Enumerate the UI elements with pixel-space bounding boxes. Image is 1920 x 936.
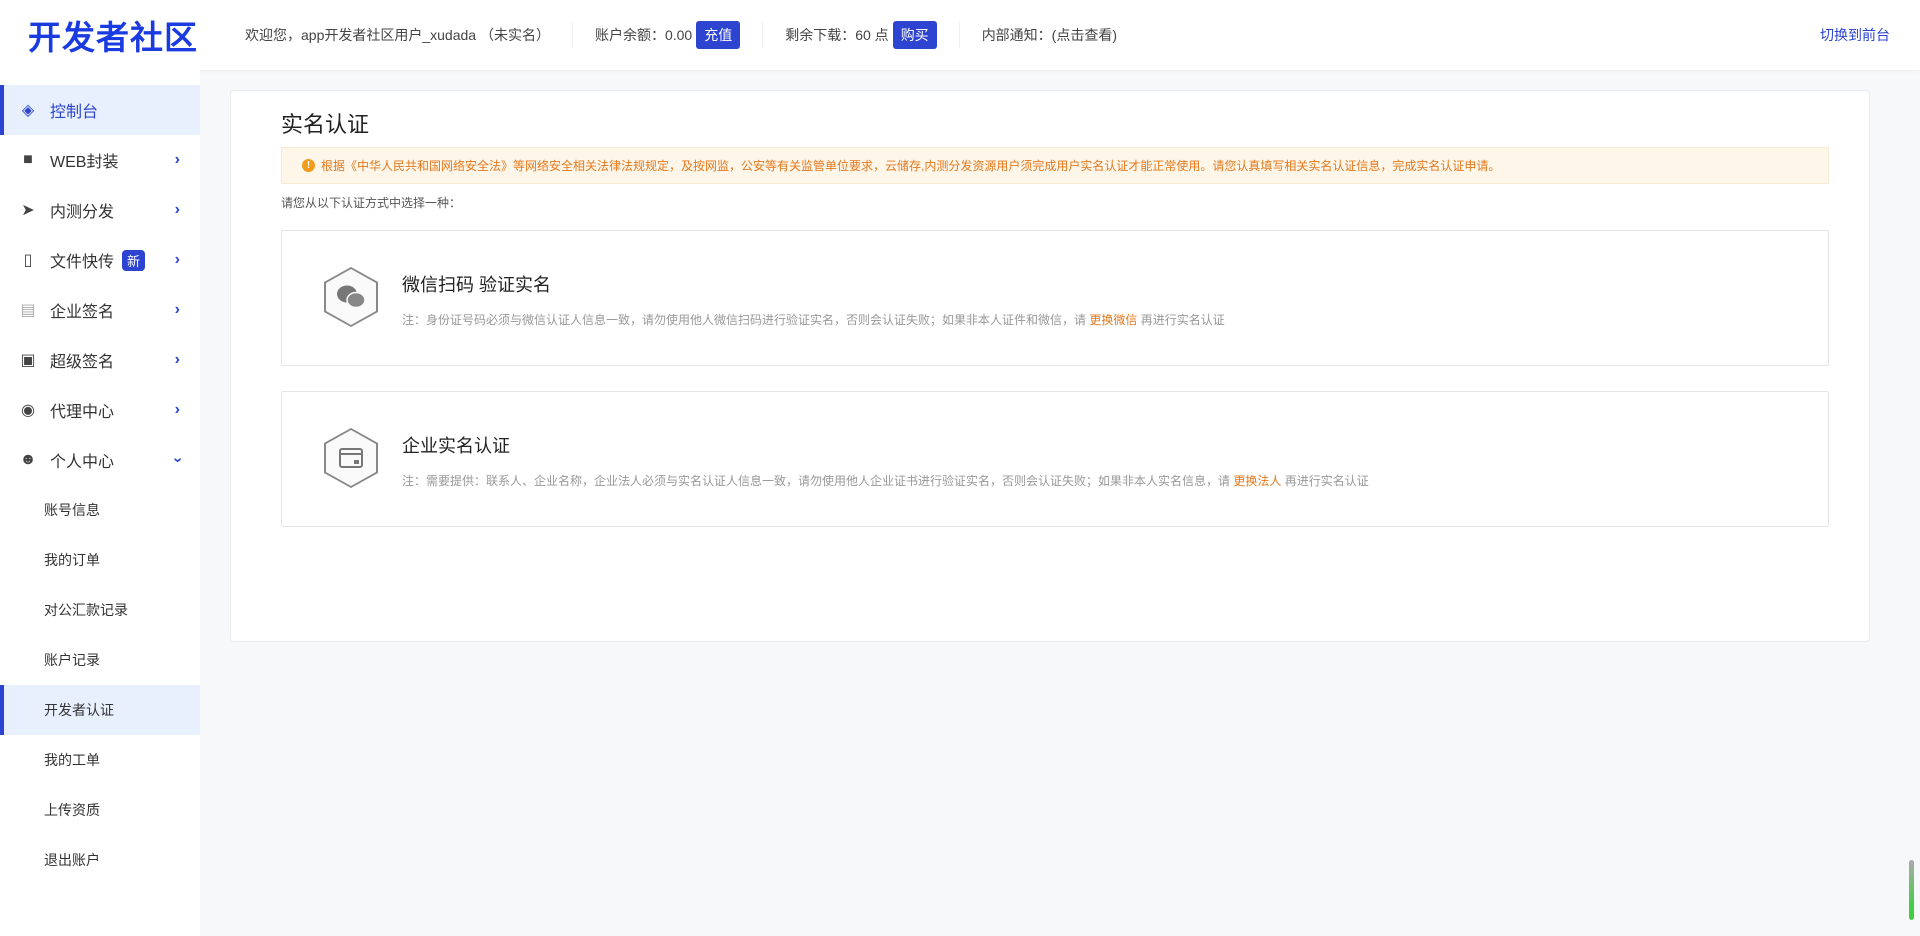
chevron-down-icon: › xyxy=(169,457,187,463)
note-tail: 再进行实名认证 xyxy=(1140,313,1225,327)
agent-icon: ◉ xyxy=(21,402,35,419)
note-tail: 再进行实名认证 xyxy=(1284,474,1369,488)
certificate-icon: ▣ xyxy=(20,352,36,369)
chevron-right-icon: › xyxy=(174,301,180,318)
chevron-right-icon: › xyxy=(174,251,180,268)
chevron-right-icon: › xyxy=(174,201,180,218)
subitem-account-records[interactable]: 账户记录 xyxy=(0,635,200,685)
paper-plane-icon: ➤ xyxy=(21,202,35,219)
subitem-my-orders[interactable]: 我的订单 xyxy=(0,535,200,585)
balance-section: 账户余额：0.00 充值 xyxy=(573,21,764,49)
wechat-icon xyxy=(324,267,378,327)
scrollbar[interactable] xyxy=(1909,860,1914,920)
sidebar-item-personal-center[interactable]: ☻ 个人中心 › xyxy=(0,435,200,485)
balance-label: 账户余额：0.00 xyxy=(594,27,693,43)
recharge-button[interactable]: 充值 xyxy=(696,21,741,49)
clipboard-icon: ▤ xyxy=(20,302,36,319)
change-wechat-link[interactable]: 更换微信 xyxy=(1089,313,1137,327)
subitem-my-tickets[interactable]: 我的工单 xyxy=(0,735,200,785)
legal-notice: ! 根据《中华人民共和国网络安全法》等网络安全相关法律法规规定，及按网监，公安等有… xyxy=(281,147,1829,184)
note-text: 注：身份证号码必须与微信认证人信息一致，请勿使用他人微信扫码进行验证实名，否则会… xyxy=(402,313,1087,327)
welcome-text: 欢迎您，app开发者社区用户_xudada （未实名） xyxy=(223,22,573,48)
subitem-upload-qualification[interactable]: 上传资质 xyxy=(0,785,200,835)
chevron-right-icon: › xyxy=(174,351,180,368)
layers-icon: ◈ xyxy=(21,102,35,119)
note-text: 注：需要提供：联系人、企业名称，企业法人必须与实名认证人信息一致，请勿使用他人企… xyxy=(402,474,1231,488)
option-note: 注：身份证号码必须与微信认证人信息一致，请勿使用他人微信扫码进行验证实名，否则会… xyxy=(402,311,1225,328)
sidebar-item-enterprise-sign[interactable]: ▤ 企业签名 › xyxy=(0,285,200,335)
sidebar-item-agent-center[interactable]: ◉ 代理中心 › xyxy=(0,385,200,435)
sidebar: ◈ 控制台 ■ WEB封装 › ➤ 内测分发 › ▯ 文件快传新 › ▤ 企业签名 › ▣ 超级签名… xyxy=(0,70,200,936)
box-icon: ■ xyxy=(23,151,33,168)
internal-notice-link[interactable]: 内部通知：(点击查看) xyxy=(960,22,1139,48)
warning-icon: ! xyxy=(302,159,315,172)
notice-text: 根据《中华人民共和国网络安全法》等网络安全相关法律法规规定，及按网监，公安等有关… xyxy=(321,159,1501,173)
sidebar-item-label: 代理中心 xyxy=(50,404,115,421)
sidebar-item-web-wrap[interactable]: ■ WEB封装 › xyxy=(0,135,200,185)
subitem-account-info[interactable]: 账号信息 xyxy=(0,485,200,535)
sidebar-item-super-sign[interactable]: ▣ 超级签名 › xyxy=(0,335,200,385)
verification-card: 实名认证 ! 根据《中华人民共和国网络安全法》等网络安全相关法律法规规定，及按网监… xyxy=(230,90,1870,642)
user-icon: ☻ xyxy=(19,451,37,468)
wechat-verification-option[interactable]: 微信扫码 验证实名 注：身份证号码必须与微信认证人信息一致，请勿使用他人微信扫码… xyxy=(281,230,1829,366)
downloads-label: 剩余下载：60 点 xyxy=(785,27,889,43)
logo[interactable]: 开发者社区 xyxy=(28,11,223,59)
sidebar-item-beta-distribution[interactable]: ➤ 内测分发 › xyxy=(0,185,200,235)
sidebar-item-file-transfer[interactable]: ▯ 文件快传新 › xyxy=(0,235,200,285)
sidebar-item-label: 内测分发 xyxy=(50,204,115,221)
option-title: 微信扫码 验证实名 xyxy=(402,275,552,295)
sidebar-item-label: WEB封装 xyxy=(50,154,119,171)
buy-button[interactable]: 购买 xyxy=(892,21,937,49)
option-title: 企业实名认证 xyxy=(402,436,510,456)
change-legal-person-link[interactable]: 更换法人 xyxy=(1233,474,1281,488)
new-badge: 新 xyxy=(122,249,146,271)
downloads-section: 剩余下载：60 点购买 xyxy=(763,21,960,49)
sidebar-item-label: 超级签名 xyxy=(50,354,115,371)
subitem-developer-verification[interactable]: 开发者认证 xyxy=(0,685,200,735)
top-header: 开发者社区 欢迎您，app开发者社区用户_xudada （未实名） 账户余额：0… xyxy=(0,0,1920,70)
sidebar-item-label: 文件快传 xyxy=(50,254,115,271)
sidebar-item-label: 企业签名 xyxy=(50,304,115,321)
sidebar-item-label: 个人中心 xyxy=(50,454,115,471)
welcome-label: 欢迎您，app开发者社区用户_xudada （未实名） xyxy=(245,27,550,43)
chevron-right-icon: › xyxy=(174,401,180,418)
sidebar-item-label: 控制台 xyxy=(50,104,99,121)
enterprise-verification-option[interactable]: 企业实名认证 注：需要提供：联系人、企业名称，企业法人必须与实名认证人信息一致，… xyxy=(281,391,1829,527)
page-title: 实名认证 xyxy=(281,112,370,137)
id-card-icon xyxy=(324,428,378,488)
sidebar-item-console[interactable]: ◈ 控制台 xyxy=(0,85,200,135)
subitem-logout[interactable]: 退出账户 xyxy=(0,835,200,885)
subitem-remittance-records[interactable]: 对公汇款记录 xyxy=(0,585,200,635)
switch-to-frontend-link[interactable]: 切换到前台 xyxy=(1820,25,1890,45)
file-icon: ▯ xyxy=(23,252,33,269)
option-note: 注：需要提供：联系人、企业名称，企业法人必须与实名认证人信息一致，请勿使用他人企… xyxy=(402,472,1369,489)
chevron-right-icon: › xyxy=(174,151,180,168)
choose-method-hint: 请您从以下认证方式中选择一种： xyxy=(281,196,462,210)
